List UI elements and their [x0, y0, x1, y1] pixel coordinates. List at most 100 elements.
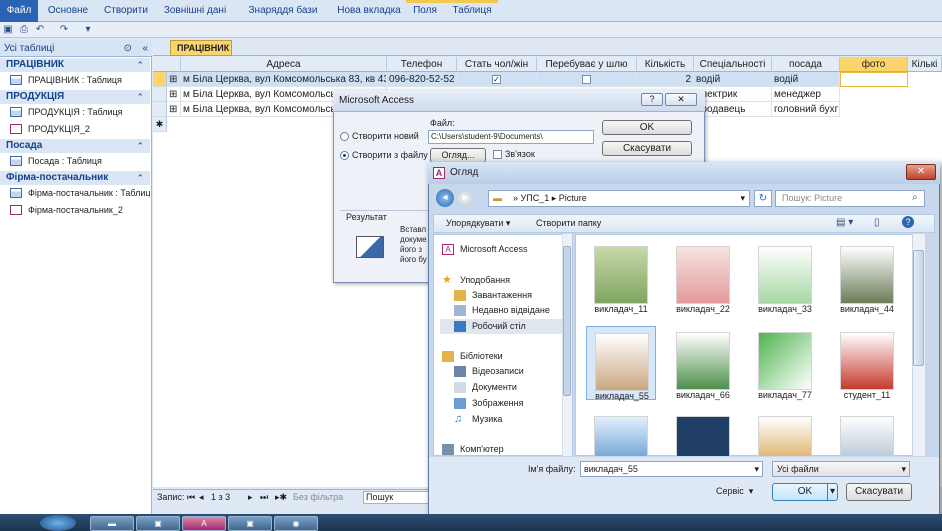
nav-item-position-table[interactable]: Посада : Таблиця — [8, 153, 150, 169]
file-thumbnail[interactable] — [832, 410, 902, 456]
nav-item-products-form[interactable]: ПРОДУКЦІЯ_2 — [8, 121, 150, 137]
undo-icon[interactable]: ↶ — [34, 24, 46, 36]
file-thumbnail[interactable] — [668, 410, 738, 456]
file-thumbnail[interactable]: викладач_66 — [668, 326, 738, 400]
open-cancel-button[interactable]: Скасувати — [846, 483, 912, 501]
ok-button[interactable]: OK — [602, 120, 692, 135]
radio-create-new[interactable]: Створити новий — [340, 131, 419, 142]
taskbar-app-icon[interactable]: ▣ — [228, 516, 272, 531]
row-selector[interactable] — [153, 72, 167, 87]
file-path-input[interactable]: C:\Users\student-9\Documents\ — [428, 130, 594, 144]
taskbar-access-icon[interactable]: A — [182, 516, 226, 531]
column-header[interactable]: Адреса — [181, 57, 387, 72]
column-header[interactable]: посада — [772, 57, 840, 72]
cancel-button[interactable]: Скасувати — [602, 141, 692, 156]
tab-new[interactable]: Нова вкладка — [336, 0, 402, 22]
windows-start-icon[interactable] — [40, 515, 76, 531]
nav-item-supplier-form[interactable]: Фірма-постачальник_2 — [8, 202, 150, 218]
row-selector[interactable] — [153, 87, 167, 102]
tree-item-desktop[interactable]: Робочий стіл — [440, 319, 572, 334]
row-selector[interactable] — [153, 102, 167, 117]
column-header[interactable]: Спеціальності — [694, 57, 772, 72]
expand-icon[interactable]: ⊞ — [167, 72, 181, 87]
address-bar[interactable]: ▬» УПС_1 ▸ Picture ▾ — [488, 190, 750, 207]
new-record-selector[interactable]: ✱ — [153, 117, 167, 132]
file-thumbnail[interactable]: студент_11 — [832, 326, 902, 400]
tree-scrollbar-thumb[interactable] — [563, 246, 571, 396]
document-tab[interactable]: ПРАЦІВНИК — [170, 40, 232, 56]
table-cell[interactable]: 096-820-52-52 — [387, 72, 457, 87]
nav-group-supplier[interactable]: Фірма-постачальник ⌃ — [0, 171, 150, 185]
table-cell[interactable]: водій — [772, 72, 840, 87]
tab-home[interactable]: Основне — [44, 0, 92, 22]
next-record-icon[interactable]: ▸ — [248, 490, 253, 505]
taskbar-app-icon[interactable]: ◉ — [274, 516, 318, 531]
open-ok-button[interactable]: OK ▾ — [772, 483, 838, 501]
help-icon[interactable]: ? — [902, 216, 914, 228]
first-record-icon[interactable]: ⏮ — [187, 490, 195, 505]
close-button[interactable]: ✕ — [665, 93, 697, 106]
expand-icon[interactable]: ⊞ — [167, 102, 181, 117]
nav-item-products-table[interactable]: ПРОДУКЦІЯ : Таблиця — [8, 104, 150, 120]
file-thumbnail[interactable]: викладач_33 — [750, 240, 820, 314]
save-icon[interactable]: ▣ — [2, 24, 14, 36]
file-list-scrollbar-thumb[interactable] — [913, 250, 924, 366]
column-header[interactable]: Телефон — [387, 57, 457, 72]
help-button[interactable]: ? — [641, 93, 663, 106]
refresh-icon[interactable]: ↻ — [754, 190, 772, 207]
taskbar-explorer-icon[interactable]: ▬ — [90, 516, 134, 531]
table-cell[interactable]: менеджер — [772, 87, 840, 102]
table-cell[interactable]: м Біла Церква, вул Комсомольська 83, кв … — [181, 72, 387, 87]
file-tab[interactable]: Файл — [0, 0, 38, 22]
browse-button[interactable]: Огляд... — [430, 148, 486, 163]
customize-icon[interactable]: ▾ — [82, 24, 94, 36]
file-thumbnail[interactable]: викладач_77 — [750, 326, 820, 400]
nav-header[interactable]: Усі таблиці ⊙ « — [0, 40, 152, 57]
file-thumbnail[interactable] — [750, 410, 820, 456]
table-cell[interactable]: продавець — [694, 102, 772, 117]
new-folder-button[interactable]: Створити папку — [536, 216, 601, 231]
print-icon[interactable]: ⎙ — [18, 24, 30, 36]
link-checkbox[interactable]: Зв'язок — [493, 149, 535, 160]
nav-group-employee[interactable]: ПРАЦІВНИК ⌃ — [0, 58, 150, 72]
search-input[interactable]: Пошук — [363, 491, 429, 504]
column-header[interactable]: Кількість — [637, 57, 694, 72]
column-header[interactable]: Стать чол/жін — [457, 57, 537, 72]
tab-database-tools[interactable]: Знаряддя бази даних — [234, 0, 332, 38]
checkbox-cell[interactable] — [537, 72, 637, 87]
last-record-icon[interactable]: ⏭ — [260, 490, 268, 505]
column-header[interactable]: фото — [840, 57, 908, 72]
forward-icon[interactable]: ▸ — [456, 189, 474, 207]
organize-button[interactable]: Упорядкувати ▾ — [446, 216, 510, 231]
nav-item-supplier-table[interactable]: Фірма-постачальник : Таблиця — [8, 185, 150, 201]
file-thumbnail[interactable]: викладач_11 — [586, 240, 656, 314]
nav-group-position[interactable]: Посада ⌃ — [0, 139, 150, 153]
table-cell[interactable]: водій — [694, 72, 772, 87]
column-header[interactable]: Кількі — [908, 57, 942, 72]
table-cell-active[interactable] — [840, 72, 908, 87]
collapse-icon[interactable]: « — [142, 40, 148, 57]
radio-create-from-file[interactable]: Створити з файлу — [340, 150, 428, 161]
tab-external-data[interactable]: Зовнішні дані — [158, 0, 232, 22]
filetype-select[interactable]: Усі файли ▾ — [772, 461, 910, 477]
file-thumbnail[interactable]: викладач_22 — [668, 240, 738, 314]
taskbar-app-icon[interactable]: ▣ — [136, 516, 180, 531]
search-input[interactable]: Пошук: Picture — [775, 190, 925, 207]
checkbox-cell[interactable]: ✓ — [457, 72, 537, 87]
new-record-icon[interactable]: ▸✱ — [275, 490, 287, 505]
file-thumbnail[interactable] — [586, 410, 656, 456]
file-thumbnail-selected[interactable]: викладач_55 — [586, 326, 656, 401]
prev-record-icon[interactable]: ◂ — [199, 490, 204, 505]
record-position[interactable]: 1 з 3 — [211, 490, 230, 505]
column-header[interactable]: Перебуває у шлю — [537, 57, 637, 72]
tab-fields[interactable]: Поля — [406, 0, 444, 22]
tools-button[interactable]: Сервіс ▾ — [716, 486, 753, 497]
select-all-corner[interactable] — [153, 57, 181, 72]
redo-icon[interactable]: ↷ — [58, 24, 70, 36]
expand-icon[interactable]: ⊞ — [167, 87, 181, 102]
tree-item-access[interactable]: A Microsoft Access — [440, 242, 570, 257]
tab-create[interactable]: Створити — [96, 0, 156, 22]
nav-menu-icon[interactable]: ⊙ — [124, 40, 132, 57]
tab-table[interactable]: Таблиця — [448, 0, 496, 22]
table-cell[interactable]: електрик — [694, 87, 772, 102]
